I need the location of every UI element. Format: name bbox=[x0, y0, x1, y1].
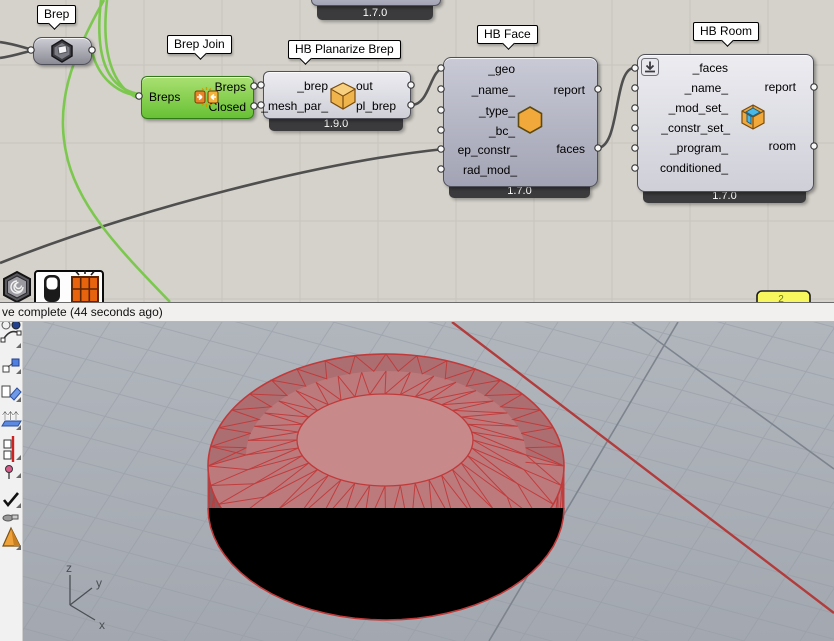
wire[interactable] bbox=[595, 68, 636, 148]
tooltip-brep-join: Brep Join bbox=[167, 35, 232, 54]
torus-mesh[interactable] bbox=[208, 354, 564, 620]
planarize-cube-icon bbox=[328, 81, 358, 111]
output-label: pl_brep bbox=[356, 98, 396, 114]
rhino-viewport[interactable]: z y x bbox=[22, 322, 834, 641]
input-label: _bc_ bbox=[489, 123, 515, 139]
input-label: conditioned_ bbox=[660, 160, 728, 176]
node-hb-face[interactable]: _geo _name_ _type_ _bc_ ep_constr_ rad_m… bbox=[443, 57, 598, 187]
node-brep-join[interactable]: Breps Breps Closed bbox=[141, 76, 254, 119]
tooltip-hb-planarize: HB Planarize Brep bbox=[288, 40, 401, 59]
input-label: _constr_set_ bbox=[661, 120, 730, 136]
brep-hexagon-icon bbox=[45, 39, 79, 63]
input-label: ep_constr_ bbox=[458, 142, 517, 158]
tooltip-hb-room: HB Room bbox=[693, 22, 759, 41]
tooltip-brep: Brep bbox=[37, 5, 76, 24]
input-label: _brep bbox=[297, 78, 328, 94]
app-window: { "grasshopper": { "tooltips": { "brep":… bbox=[0, 0, 834, 641]
status-text: ve complete (44 seconds ago) bbox=[2, 305, 163, 319]
input-label: _program_ bbox=[670, 140, 728, 156]
node-brep-param[interactable] bbox=[33, 37, 92, 65]
output-label: room bbox=[769, 138, 796, 154]
status-bar: ve complete (44 seconds ago) bbox=[0, 302, 834, 322]
version-band: 1.7.0 bbox=[317, 6, 433, 20]
input-label: Breps bbox=[149, 89, 180, 105]
axis-label-y: y bbox=[96, 576, 102, 590]
axis-label-x: x bbox=[99, 618, 105, 632]
grid-axis-dark bbox=[632, 322, 834, 469]
node-hb-room[interactable]: _faces _name_ _mod_set_ _constr_set_ _pr… bbox=[637, 54, 814, 192]
face-hexagon-icon bbox=[515, 105, 545, 135]
input-label: _name_ bbox=[685, 80, 728, 96]
output-label: report bbox=[554, 82, 585, 98]
tooltip-hb-face: HB Face bbox=[477, 25, 538, 44]
input-label: _geo bbox=[488, 61, 515, 77]
wire[interactable] bbox=[412, 68, 444, 105]
room-cube-icon bbox=[739, 103, 767, 131]
input-label: _name_ bbox=[472, 82, 515, 98]
rhino-toolbar-icons bbox=[0, 322, 22, 641]
version-band: 1.9.0 bbox=[269, 117, 403, 131]
output-label: out bbox=[356, 78, 373, 94]
input-label: _mesh_par_ bbox=[261, 98, 328, 114]
wire-selected[interactable] bbox=[92, 51, 140, 96]
output-label: report bbox=[765, 79, 796, 95]
rhino-area: z y x bbox=[0, 322, 834, 641]
grasshopper-canvas[interactable]: Breps Breps Closed 1.9.0 _brep _mesh_par… bbox=[0, 0, 834, 302]
input-label: _faces bbox=[693, 60, 728, 76]
input-label: rad_mod_ bbox=[463, 162, 517, 178]
wire-selected[interactable] bbox=[254, 86, 262, 87]
wire[interactable] bbox=[0, 51, 30, 58]
axis-label-z: z bbox=[66, 561, 72, 575]
internalize-arrow-icon[interactable] bbox=[641, 58, 659, 76]
wire[interactable] bbox=[0, 42, 30, 49]
output-label: faces bbox=[556, 141, 585, 157]
node-partial-top[interactable] bbox=[311, 0, 441, 6]
brep-join-icon bbox=[193, 85, 221, 109]
input-label: _mod_set_ bbox=[669, 100, 728, 116]
input-label: _type_ bbox=[479, 103, 515, 119]
rhino-left-toolbar[interactable] bbox=[0, 322, 23, 641]
node-hb-planarize-brep[interactable]: _brep _mesh_par_ out pl_brep bbox=[263, 71, 411, 119]
